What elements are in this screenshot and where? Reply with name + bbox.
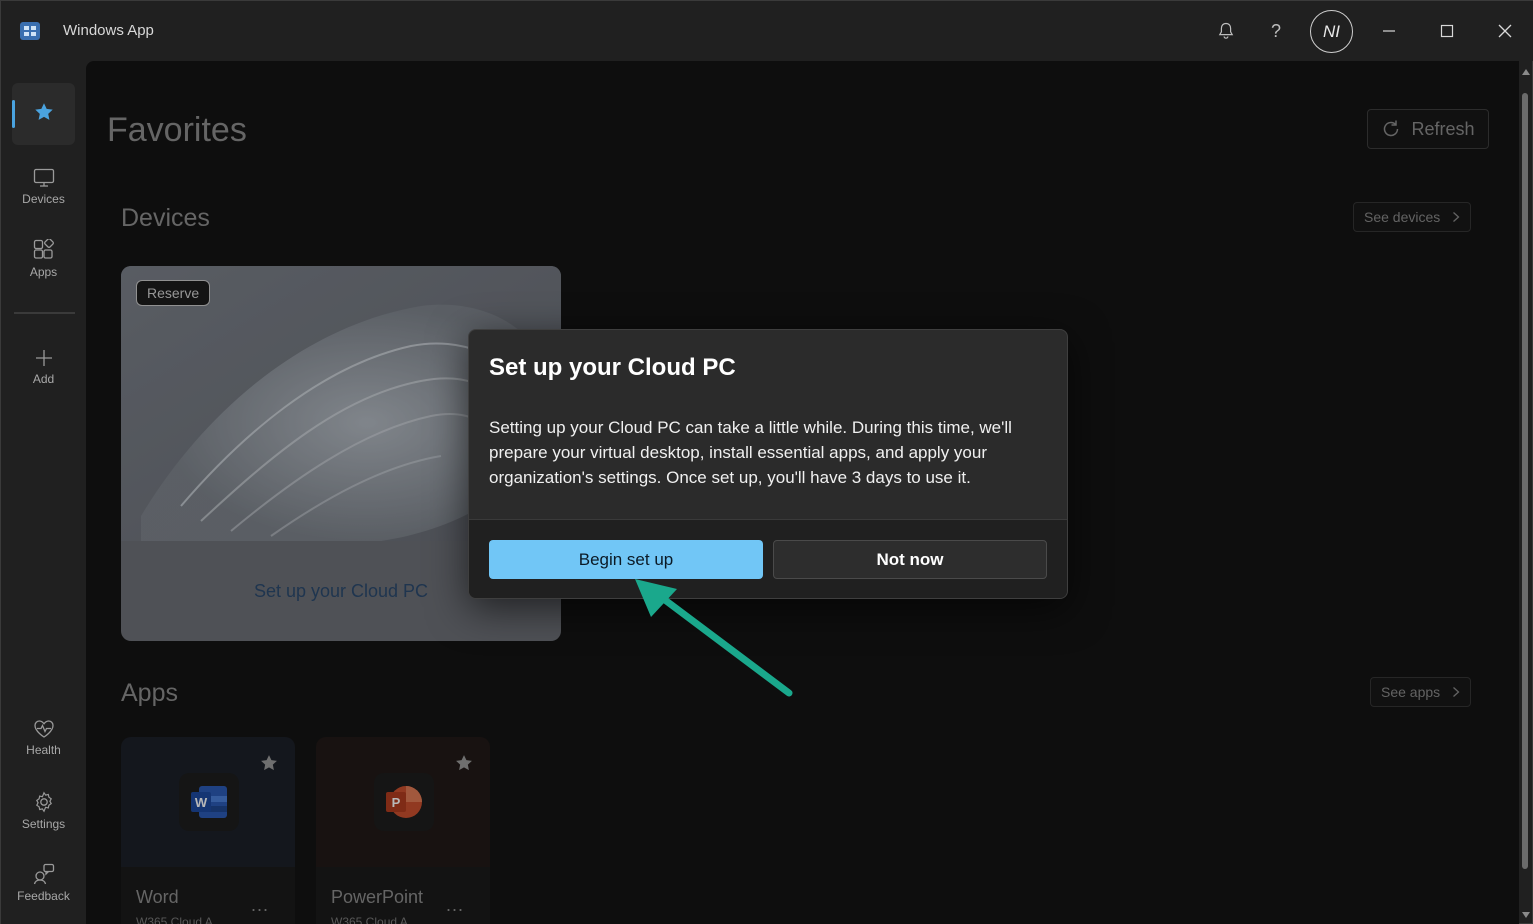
help-icon: ? [1270, 20, 1281, 41]
nav-item-settings[interactable]: Settings [12, 780, 75, 842]
nav-rail: Devices Apps Add Health Settings Feedbac… [1, 61, 86, 924]
plus-icon [35, 350, 52, 366]
feedback-icon [33, 863, 54, 885]
nav-item-label: Add [32, 372, 55, 386]
not-now-button[interactable]: Not now [773, 540, 1047, 579]
nav-item-label: Devices [22, 192, 65, 206]
minimize-icon [1383, 30, 1395, 32]
nav-item-favorites[interactable] [12, 83, 75, 145]
monitor-icon [33, 168, 54, 187]
bell-icon [1218, 22, 1234, 39]
close-button[interactable] [1485, 11, 1525, 51]
help-button[interactable]: ? [1261, 16, 1291, 46]
scroll-down-arrow-icon[interactable] [1520, 909, 1532, 921]
notifications-button[interactable] [1211, 16, 1241, 46]
close-icon [1498, 24, 1512, 38]
health-icon [33, 720, 54, 738]
setup-cloud-pc-dialog: Set up your Cloud PC Setting up your Clo… [468, 329, 1068, 599]
dialog-body: Setting up your Cloud PC can take a litt… [489, 418, 1012, 487]
nav-item-feedback[interactable]: Feedback [12, 852, 75, 914]
minimize-button[interactable] [1369, 11, 1409, 51]
maximize-button[interactable] [1427, 11, 1467, 51]
maximize-icon [1440, 24, 1454, 38]
star-icon [34, 103, 53, 120]
nav-item-add[interactable]: Add [12, 336, 75, 398]
annotation-arrow-icon [635, 579, 793, 697]
title-bar: Windows App ? NI [1, 1, 1533, 61]
nav-item-label: Feedback [17, 889, 70, 903]
nav-item-apps[interactable]: Apps [12, 228, 75, 290]
nav-item-devices[interactable]: Devices [12, 156, 75, 218]
app-window: Windows App ? NI Devices Apps Add Health… [0, 0, 1533, 924]
scroll-up-arrow-icon[interactable] [1520, 66, 1532, 78]
active-indicator [12, 100, 15, 128]
gear-icon [35, 791, 52, 813]
nav-divider [14, 312, 75, 314]
dialog-title: Set up your Cloud PC [489, 354, 736, 381]
nav-item-label: Health [26, 743, 61, 757]
user-avatar[interactable]: NI [1310, 10, 1353, 53]
window-title: Windows App [63, 22, 154, 39]
windows-app-logo-icon [20, 22, 40, 40]
nav-item-label: Apps [29, 265, 58, 279]
scrollbar-thumb[interactable] [1522, 93, 1528, 869]
apps-icon [33, 239, 54, 259]
nav-item-health[interactable]: Health [12, 707, 75, 769]
nav-item-label: Settings [21, 817, 66, 831]
